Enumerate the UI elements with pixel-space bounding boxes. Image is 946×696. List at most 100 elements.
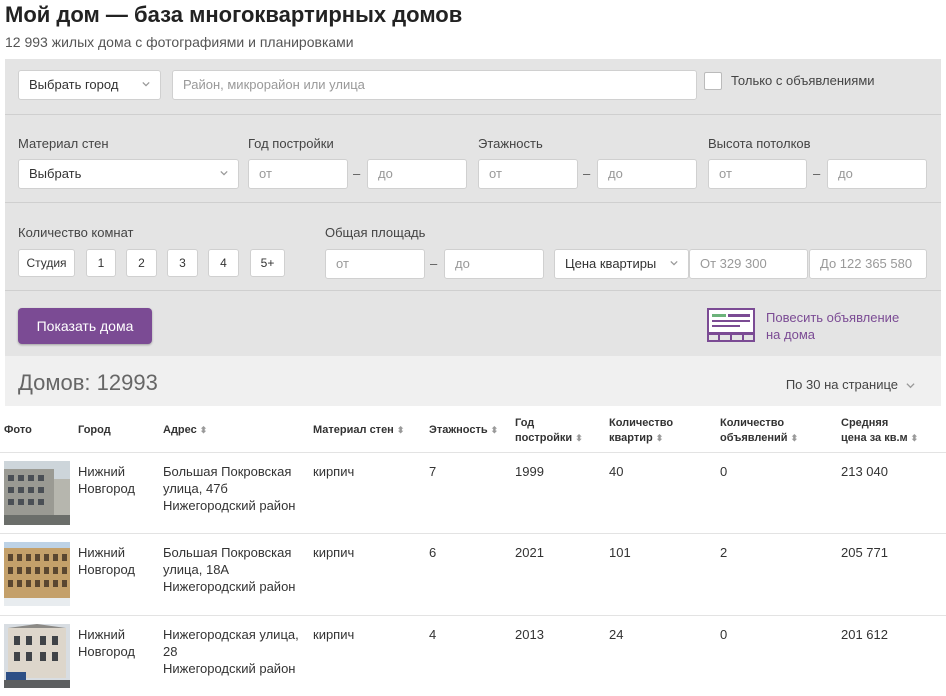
house-photo-image (4, 542, 70, 606)
page-title: Мой дом — база многоквартирных домов (5, 2, 463, 27)
col-header-ads[interactable]: Количество объявлений ⬍ (720, 416, 798, 446)
range-dash: – (583, 166, 591, 181)
only-ads-label: Только с объявлениями (731, 73, 875, 88)
post-ad-link[interactable]: Повесить объявление на дома (766, 309, 916, 343)
area-from-input[interactable]: от (325, 249, 425, 279)
rooms-option-studio[interactable]: Студия (18, 249, 75, 277)
district: Нижегородский район (163, 661, 296, 676)
search-input[interactable]: Район, микрорайон или улица (172, 70, 697, 100)
city-line-2: Новгород (78, 644, 135, 659)
rooms-option-5plus[interactable]: 5+ (250, 249, 285, 277)
table-row[interactable]: Нижний Новгород Большая Покровская улица, … (0, 452, 946, 534)
city-cell: Нижний Новгород (78, 626, 135, 660)
sort-icon: ⬍ (490, 425, 499, 435)
range-dash: – (813, 166, 821, 181)
col-header-year-label-2: постройки (515, 432, 573, 444)
address-line-1: Нижегородская улица, (163, 627, 299, 642)
house-photo-image (4, 624, 70, 688)
floors-cell: 7 (429, 464, 437, 479)
build-year-from-input[interactable]: от (248, 159, 348, 189)
divider (5, 290, 941, 291)
address-cell: Большая Покровская улица, 18А Нижегородск… (163, 544, 295, 595)
col-header-ads-label-2: объявлений (720, 432, 788, 444)
per-page-select[interactable]: По 30 на странице (786, 377, 915, 392)
ceiling-from-input[interactable]: от (708, 159, 807, 189)
ceiling-height-label: Высота потолков (708, 136, 811, 151)
address-line-1: Большая Покровская (163, 464, 292, 479)
address-link[interactable]: Большая Покровская улица, 18А (163, 545, 291, 577)
address-line-2: улица, 18А (163, 562, 230, 577)
ads-cell: 2 (720, 545, 728, 560)
rooms-option-2[interactable]: 2 (126, 249, 157, 277)
col-header-floors[interactable]: Этажность ⬍ (429, 423, 498, 438)
city-select[interactable]: Выбрать город (18, 70, 161, 100)
price-from-input[interactable]: От 329 300 (689, 249, 808, 279)
sort-icon: ⬍ (790, 433, 799, 443)
only-ads-checkbox[interactable] (704, 72, 722, 90)
district: Нижегородский район (163, 498, 296, 513)
ceiling-to-input[interactable]: до (827, 159, 927, 189)
rooms-option-3[interactable]: 3 (167, 249, 198, 277)
address-cell: Нижегородская улица, 28 Нижегородский рай… (163, 626, 299, 677)
price-type-value: Цена квартиры (565, 256, 657, 271)
sort-icon: ⬍ (396, 425, 405, 435)
col-header-floors-label: Этажность (429, 424, 488, 436)
table-row[interactable]: Нижний Новгород Большая Покровская улица, … (0, 533, 946, 616)
col-header-price[interactable]: Средняя цена за кв.м ⬍ (841, 416, 918, 446)
col-header-material[interactable]: Материал стен ⬍ (313, 423, 404, 438)
table-row[interactable]: Нижний Новгород Нижегородская улица, 28 Ни… (0, 615, 946, 696)
floors-to-input[interactable]: до (597, 159, 697, 189)
billboard-icon[interactable] (707, 308, 755, 342)
col-header-price-label-2: цена за кв.м (841, 432, 908, 444)
house-photo[interactable] (4, 461, 70, 525)
price-to-input[interactable]: До 122 365 580 (809, 249, 927, 279)
sort-icon: ⬍ (575, 433, 583, 443)
range-dash: – (430, 256, 438, 271)
address-link[interactable]: Большая Покровская улица, 47б (163, 464, 291, 496)
price-cell: 201 612 (841, 627, 888, 642)
floors-cell: 4 (429, 627, 437, 642)
chevron-down-icon (906, 383, 915, 389)
range-dash: – (353, 166, 361, 181)
col-header-flats-label-2: квартир (609, 432, 653, 444)
sort-icon: ⬍ (199, 425, 208, 435)
col-header-year[interactable]: Год постройки ⬍ (515, 416, 583, 446)
build-year-to-input[interactable]: до (367, 159, 467, 189)
floors-from-input[interactable]: от (478, 159, 578, 189)
address-cell: Большая Покровская улица, 47б Нижегородск… (163, 463, 295, 514)
city-cell: Нижний Новгород (78, 544, 135, 578)
price-cell: 205 771 (841, 545, 888, 560)
price-type-select[interactable]: Цена квартиры (554, 249, 689, 279)
address-link[interactable]: Нижегородская улица, 28 (163, 627, 299, 659)
col-header-year-label-1: Год (515, 417, 535, 429)
ads-cell: 0 (720, 627, 728, 642)
wall-material-label: Материал стен (18, 136, 109, 151)
col-header-city: Город (78, 424, 111, 436)
city-line-1: Нижний (78, 464, 126, 479)
area-to-input[interactable]: до (444, 249, 544, 279)
wall-material-select[interactable]: Выбрать (18, 159, 239, 189)
house-photo[interactable] (4, 542, 70, 606)
rooms-option-1[interactable]: 1 (86, 249, 116, 277)
col-header-address[interactable]: Адрес ⬍ (163, 423, 207, 438)
material-cell: кирпич (313, 464, 355, 479)
floors-label: Этажность (478, 136, 543, 151)
year-cell: 2021 (515, 545, 544, 560)
rooms-option-4[interactable]: 4 (208, 249, 239, 277)
flats-cell: 24 (609, 627, 624, 642)
col-header-flats-label-1: Количество (609, 417, 674, 429)
city-line-1: Нижний (78, 627, 126, 642)
area-label: Общая площадь (325, 225, 426, 240)
city-cell: Нижний Новгород (78, 463, 135, 497)
address-line-2: 28 (163, 644, 178, 659)
house-photo[interactable] (4, 624, 70, 688)
col-header-photo: Фото (4, 424, 32, 436)
sort-icon: ⬍ (655, 433, 664, 443)
address-line-1: Большая Покровская (163, 545, 292, 560)
show-houses-button[interactable]: Показать дома (18, 308, 152, 344)
chevron-down-icon (220, 170, 228, 176)
sort-icon: ⬍ (910, 433, 919, 443)
house-photo-image (4, 461, 70, 525)
col-header-flats[interactable]: Количество квартир ⬍ (609, 416, 673, 446)
flats-cell: 40 (609, 464, 624, 479)
